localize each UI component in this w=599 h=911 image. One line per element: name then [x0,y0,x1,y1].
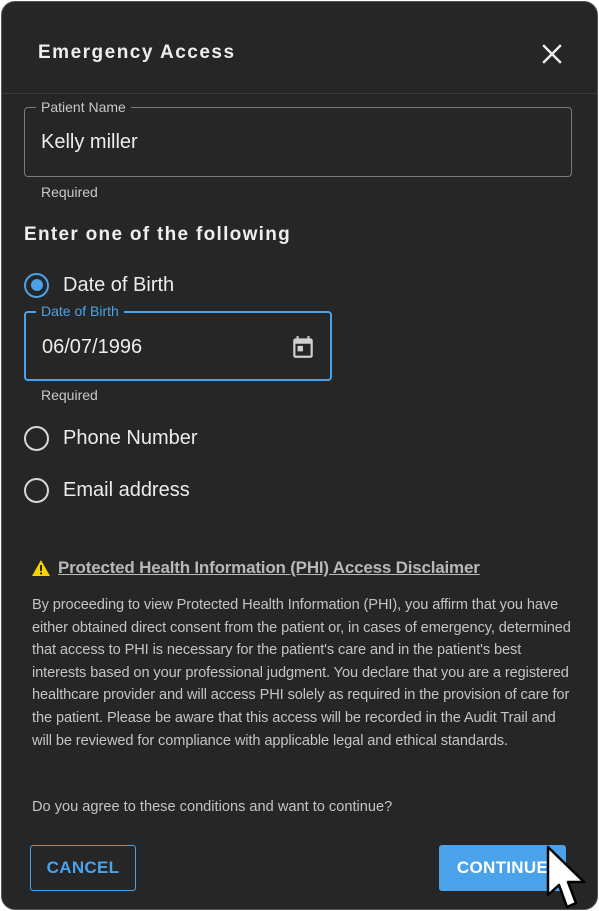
confirmation-question: Do you agree to these conditions and wan… [32,799,393,815]
close-button[interactable] [537,39,567,69]
patient-name-field[interactable]: Patient Name Kelly miller [24,99,572,177]
cancel-button[interactable]: CANCEL [30,845,136,891]
header-divider [2,93,597,94]
date-of-birth-label: Date of Birth [36,303,124,319]
disclaimer-body: By proceeding to view Protected Health I… [32,597,571,749]
continue-button[interactable]: CONTINUE [439,845,566,891]
radio-date-of-birth[interactable]: Date of Birth [24,271,174,299]
radio-button-email-address[interactable] [24,477,49,503]
radio-button-date-of-birth[interactable] [24,272,49,298]
close-icon[interactable] [537,39,567,69]
warning-icon [32,560,50,576]
disclaimer-header: Protected Health Information (PHI) Acces… [31,558,480,578]
emergency-access-dialog: Emergency Access Patient Name Kelly mill… [1,1,598,910]
identifier-section-heading: Enter one of the following [24,224,292,245]
patient-name-helper: Required [41,184,98,200]
radio-phone-number[interactable]: Phone Number [24,424,198,452]
radio-label-phone-number: Phone Number [63,426,198,449]
disclaimer-title: Protected Health Information (PHI) Acces… [58,558,480,577]
radio-button-phone-number[interactable] [24,425,49,451]
dialog-title: Emergency Access [38,42,236,63]
radio-label-email-address: Email address [63,478,190,501]
date-of-birth-field[interactable]: Date of Birth 06/07/1996 [24,303,332,381]
radio-label-date-of-birth: Date of Birth [63,273,175,296]
calendar-icon[interactable] [290,334,316,360]
date-of-birth-helper: Required [41,387,98,403]
radio-email-address[interactable]: Email address [24,476,190,504]
calendar-button[interactable] [290,334,316,360]
date-of-birth-input[interactable]: 06/07/1996 [42,336,142,359]
patient-name-input[interactable]: Kelly miller [41,131,138,154]
patient-name-label: Patient Name [36,99,131,115]
